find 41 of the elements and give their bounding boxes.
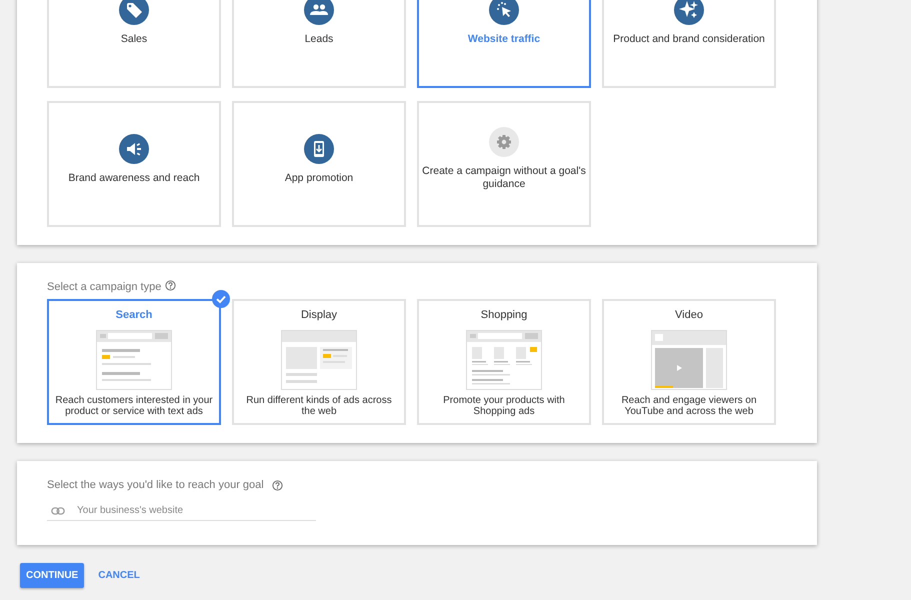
goal-label: App promotion [284,172,354,184]
campaign-type-description: Reach and engage viewers on YouTube and across the web [620,395,758,417]
megaphone-icon [119,134,149,164]
goal-card[interactable]: Leads [232,0,406,88]
goal-card[interactable]: App promotion [232,101,406,227]
check-icon [212,290,230,308]
campaign-type-card[interactable]: Display Run different kinds of ads across the web [232,299,406,425]
continue-button[interactable]: CONTINUE [20,563,84,588]
section-label: Select a campaign type [47,281,162,293]
goal-card[interactable]: Sales [47,0,221,88]
campaign-type-title: Video [675,309,703,321]
gear-icon [489,127,519,157]
website-field[interactable]: Your business's website [77,505,316,516]
phone-icon [304,134,334,164]
goal-label: Leads [304,32,334,46]
campaign-type-title: Display [300,309,338,321]
goal-label: Create a campaign without a goal's guidance [421,165,587,191]
campaign-type-card[interactable]: Search Reach customers interested in your product or service with text ads [47,299,221,425]
campaign-type-description: Reach customers interested in your product or service with text ads [54,395,214,417]
people-icon [304,0,334,24]
tag-icon [119,0,149,24]
goal-label: Product and brand consideration [613,32,765,46]
campaign-type-card[interactable]: Video Reach and engage viewers on YouTube and across the web [602,299,776,425]
campaign-type-title: Search [116,309,152,321]
campaign-type-description: Promote your products with Shopping ads [442,395,566,417]
goal-card[interactable]: Website traffic [417,0,591,88]
help-icon[interactable] [165,280,176,290]
goal-card[interactable]: Product and brand consideration [602,0,776,88]
sparkle-icon [674,0,704,24]
goal-label: Brand awareness and reach [68,172,200,184]
cursor-icon [489,0,519,24]
goal-card[interactable]: Brand awareness and reach [47,101,221,227]
goal-card[interactable]: Create a campaign without a goal's guidance [417,101,591,227]
goal-label: Sales [120,32,148,46]
link-icon [51,506,65,516]
section-label: Select the ways you'd like to reach your goal [47,479,264,491]
help-icon[interactable] [272,480,283,490]
campaign-type-title: Shopping [480,309,528,321]
campaign-type-card[interactable]: Shopping Promote your products with Shopping ads [417,299,591,425]
campaign-type-description: Run different kinds of ads across the web [245,395,393,417]
goal-label: Website traffic [468,32,540,46]
